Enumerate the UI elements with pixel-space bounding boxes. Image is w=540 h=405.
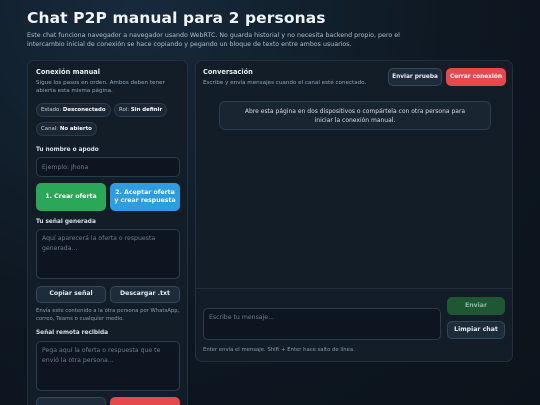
accept-offer-button[interactable]: 2. Aceptar oferta y crear respuesta bbox=[110, 183, 180, 211]
conversation-panel: Conversación Escribe y envía mensajes cu… bbox=[195, 60, 513, 362]
name-input[interactable] bbox=[36, 157, 180, 177]
send-test-button[interactable]: Enviar prueba bbox=[388, 68, 442, 86]
send-signal-hint: Envía este contenido a la otra persona p… bbox=[36, 308, 180, 322]
page-intro: Este chat funciona navegador a navegador… bbox=[27, 32, 400, 49]
close-connection-button[interactable]: Cerrar conexión bbox=[446, 68, 506, 86]
my-signal-textarea[interactable] bbox=[36, 229, 180, 279]
apply-signal-button[interactable] bbox=[36, 397, 106, 405]
status-badge-label: Estado: bbox=[41, 107, 62, 113]
my-signal-label: Tu señal generada bbox=[36, 219, 96, 225]
composer-divider bbox=[196, 288, 512, 289]
create-offer-button[interactable]: 1. Crear oferta bbox=[36, 183, 106, 211]
role-badge-value: Sin definir bbox=[130, 107, 163, 113]
copy-signal-button[interactable]: Copiar señal bbox=[36, 286, 106, 303]
status-badge: Estado: Desconectado bbox=[36, 103, 111, 117]
role-badge: Rol: Sin definir bbox=[114, 103, 168, 117]
connection-subtitle: Sigue los pasos en orden. Ambos deben te… bbox=[36, 80, 165, 94]
role-badge-label: Rol: bbox=[119, 107, 130, 113]
channel-badge: Canal: No abierto bbox=[36, 122, 97, 136]
conversation-subtitle: Escribe y envía mensajes cuando el canal… bbox=[203, 80, 367, 86]
channel-badge-value: No abierto bbox=[59, 126, 92, 132]
clear-chat-button[interactable]: Limpiar chat bbox=[447, 321, 505, 339]
send-button[interactable]: Enviar bbox=[447, 297, 505, 315]
channel-badge-label: Canal: bbox=[41, 126, 59, 132]
page-title: Chat P2P manual para 2 personas bbox=[27, 9, 326, 27]
remote-signal-label: Señal remota recibida bbox=[36, 330, 109, 336]
connection-title: Conexión manual bbox=[36, 68, 100, 76]
composer-hint: Enter envía el mensaje. Shift + Enter ha… bbox=[203, 347, 355, 353]
chat-p2p-page: Chat P2P manual para 2 personas Este cha… bbox=[0, 0, 540, 405]
connection-panel: Conexión manual Sigue los pasos en orden… bbox=[27, 60, 188, 405]
status-badge-value: Desconectado bbox=[62, 107, 106, 113]
info-notice: Abre esta página en dos dispositivos o c… bbox=[219, 101, 491, 130]
reset-button[interactable] bbox=[110, 397, 180, 405]
conversation-title: Conversación bbox=[203, 68, 253, 76]
message-input[interactable] bbox=[203, 308, 441, 340]
remote-signal-textarea[interactable] bbox=[36, 341, 180, 391]
name-label: Tu nombre o apodo bbox=[36, 147, 99, 153]
download-txt-button[interactable]: Descargar .txt bbox=[110, 286, 180, 303]
